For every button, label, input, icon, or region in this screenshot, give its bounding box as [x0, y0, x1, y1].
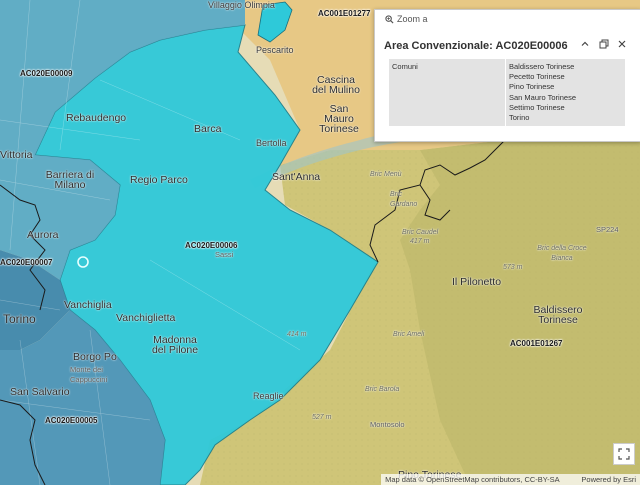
place-villaggio-olimpia: Villaggio Olimpia: [208, 0, 275, 10]
area-label-ac020e00009: AC020E00009: [20, 69, 73, 78]
hill-bric-croce-bianca: Bric della Croce Bianca: [537, 245, 587, 262]
place-cascina-del-mulino: Cascina del Mulino: [312, 74, 360, 96]
hill-bric-menu: Bric Menù: [370, 171, 402, 178]
place-baldissero-torinese: Baldissero Torinese: [533, 304, 583, 326]
table-row: Comuni Baldissero Torinese Pecetto Torin…: [389, 59, 626, 127]
place-vittoria: Vittoria: [0, 149, 33, 161]
zoom-to-button[interactable]: Zoom a: [385, 14, 428, 24]
comune-item: Pino Torinese: [509, 82, 555, 92]
place-borgo-po: Borgo Po: [73, 351, 117, 363]
place-san-salvario: San Salvario: [10, 386, 70, 398]
place-san-mauro-torinese: San Mauro Torinese: [319, 103, 359, 135]
place-vanchiglietta: Vanchiglietta: [116, 312, 176, 324]
expand-icon: [618, 448, 630, 460]
place-monte-dei-cappuccini: Monte dei Cappuccini: [70, 365, 108, 384]
field-value-comuni: Baldissero Torinese Pecetto Torinese Pin…: [506, 59, 626, 126]
attribution-data: Map data © OpenStreetMap contributors, C…: [385, 475, 560, 484]
place-aurora: Aurora: [27, 229, 59, 241]
dock-button[interactable]: [597, 37, 611, 51]
elev-414: 414 m: [287, 331, 307, 338]
place-il-pilonetto: Il Pilonetto: [452, 276, 502, 288]
fullscreen-button[interactable]: [613, 443, 635, 465]
comune-item: Baldissero Torinese: [509, 62, 575, 71]
close-icon: [618, 40, 626, 48]
place-torino: Torino: [3, 312, 36, 326]
elev-573: 573 m: [503, 264, 523, 271]
attribute-table: Comuni Baldissero Torinese Pecetto Torin…: [389, 59, 626, 127]
chevron-up-icon: [581, 41, 589, 46]
area-label-ac020e00005: AC020E00005: [45, 416, 98, 425]
place-pescarito: Pescarito: [256, 45, 294, 55]
dock-icon: [599, 39, 609, 49]
comune-item: Pecetto Torinese: [509, 72, 565, 82]
elev-527: 527 m: [312, 414, 332, 421]
close-button[interactable]: [615, 37, 629, 51]
comune-item: Settimo Torinese: [509, 102, 565, 112]
place-sant-anna: Sant'Anna: [272, 171, 321, 183]
attribution-powered[interactable]: Powered by Esri: [581, 475, 636, 484]
field-label-comuni: Comuni: [389, 59, 506, 127]
place-reaglie: Reaglie: [253, 391, 284, 401]
hill-bric-ameli: Bric Ameli: [393, 331, 425, 338]
place-sp224: SP224: [596, 225, 619, 234]
place-regio-parco: Regio Parco: [130, 174, 188, 186]
zoom-to-label: Zoom a: [397, 14, 428, 24]
place-rebaudengo: Rebaudengo: [66, 112, 127, 124]
elev-417: 417 m: [410, 238, 430, 245]
place-barca: Barca: [194, 123, 222, 135]
place-montosolo: Montosolo: [370, 420, 405, 429]
area-label-ac020e00007: AC020E00007: [0, 258, 53, 267]
hill-bric-gardano: Bric Gardano: [390, 191, 418, 208]
area-label-ac001e01267: AC001E01267: [510, 339, 563, 348]
map-attribution: Map data © OpenStreetMap contributors, C…: [381, 474, 640, 485]
place-bertolla: Bertolla: [256, 138, 287, 148]
comune-item: Torino: [509, 113, 530, 123]
place-barriera-di-milano: Barriera di Milano: [45, 169, 95, 191]
feature-popup: Zoom a Area Convenzionale: AC020E00006 C…: [374, 9, 640, 142]
collapse-button[interactable]: [578, 37, 592, 51]
zoom-icon: [385, 14, 394, 24]
place-madonna-del-pilone: Madonna del Pilone: [151, 334, 199, 356]
area-label-ac001e01277: AC001E01277: [318, 9, 371, 18]
hill-bric-barola: Bric Barola: [365, 386, 400, 393]
popup-header-bar: Zoom a: [375, 10, 640, 30]
place-sassi: Sassi: [215, 250, 234, 259]
popup-title: Area Convenzionale: AC020E00006: [384, 40, 568, 52]
comune-item: San Mauro Torinese: [509, 92, 576, 102]
place-vanchiglia: Vanchiglia: [64, 299, 112, 311]
